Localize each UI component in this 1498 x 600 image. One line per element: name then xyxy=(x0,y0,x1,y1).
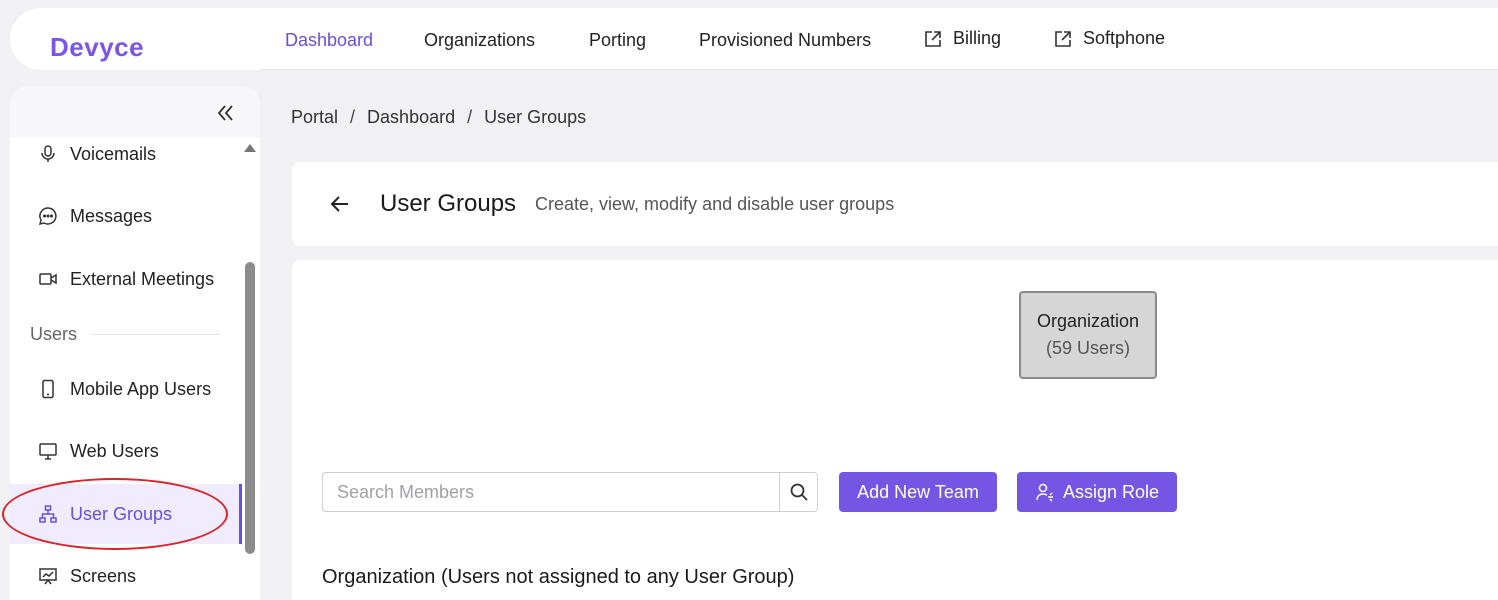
external-link-icon xyxy=(925,30,941,47)
sidebar-item-label: Screens xyxy=(70,565,137,586)
assign-role-button[interactable]: Assign Role xyxy=(1017,472,1177,512)
top-bar: Devyce Dashboard Organizations Porting P… xyxy=(0,0,1498,80)
sidebar-item-label: Mobile App Users xyxy=(70,378,212,399)
page-title: User Groups xyxy=(380,190,517,217)
hierarchy-icon xyxy=(39,505,57,523)
breadcrumb-separator: / xyxy=(467,107,473,127)
breadcrumb-portal[interactable]: Portal xyxy=(291,107,338,128)
sidebar-item-external-meetings[interactable]: External Meetings xyxy=(10,249,242,309)
top-nav: Dashboard Organizations Porting Provisio… xyxy=(260,8,1498,70)
logo[interactable]: Devyce xyxy=(50,32,144,63)
sidebar-section-users: Users xyxy=(30,324,220,345)
chat-bubble-icon xyxy=(38,207,57,226)
sidebar-item-label: Messages xyxy=(70,205,153,226)
search-input[interactable] xyxy=(323,473,779,511)
sidebar-item-voicemails[interactable]: Voicemails xyxy=(10,124,242,184)
nav-porting[interactable]: Porting xyxy=(589,30,646,51)
user-role-icon xyxy=(1036,483,1053,502)
search-icon xyxy=(790,483,808,501)
nav-organizations[interactable]: Organizations xyxy=(424,30,535,51)
double-chevron-left-icon[interactable] xyxy=(214,102,236,124)
section-title: Organization (Users not assigned to any … xyxy=(322,566,795,588)
page-header: User Groups Create, view, modify and dis… xyxy=(292,162,1498,246)
video-camera-icon xyxy=(39,273,57,285)
breadcrumb-separator: / xyxy=(350,107,356,127)
org-chart-node[interactable]: Organization (59 Users) xyxy=(1019,291,1157,379)
assign-role-label: Assign Role xyxy=(1062,481,1160,502)
sidebar-scrollbar-thumb[interactable] xyxy=(245,262,255,554)
org-node-count: (59 Users) xyxy=(1045,338,1130,358)
add-new-team-button[interactable]: Add New Team xyxy=(839,472,997,512)
user-groups-panel: Organization (59 Users) Add New Team Ass… xyxy=(292,260,1498,600)
sidebar: Voicemails Messages External Meetings Us… xyxy=(10,86,260,600)
presentation-icon xyxy=(39,568,57,585)
nav-billing[interactable]: Billing xyxy=(923,28,1001,49)
sidebar-item-label: Web Users xyxy=(70,440,159,461)
scroll-up-arrow[interactable] xyxy=(244,144,256,152)
org-node-title: Organization xyxy=(1036,311,1140,331)
sidebar-item-mobile-app-users[interactable]: Mobile App Users xyxy=(10,359,242,419)
mobile-phone-icon xyxy=(42,379,54,399)
page-subtitle: Create, view, modify and disable user gr… xyxy=(535,194,895,214)
breadcrumb-dashboard[interactable]: Dashboard xyxy=(367,107,455,128)
monitor-icon xyxy=(39,443,57,460)
nav-dashboard[interactable]: Dashboard xyxy=(285,30,373,51)
sidebar-item-screens[interactable]: Screens xyxy=(10,546,242,600)
sidebar-item-messages[interactable]: Messages xyxy=(10,186,242,246)
search-button[interactable] xyxy=(779,473,817,511)
external-link-icon xyxy=(1055,30,1071,47)
sidebar-item-web-users[interactable]: Web Users xyxy=(10,421,242,481)
breadcrumb: Portal / Dashboard / User Groups xyxy=(291,107,586,128)
sidebar-item-label: Voicemails xyxy=(70,143,157,164)
search-members xyxy=(322,472,818,512)
sidebar-section-label: Users xyxy=(30,324,78,344)
nav-softphone[interactable]: Softphone xyxy=(1053,28,1165,49)
arrow-left-icon[interactable] xyxy=(328,192,352,216)
nav-softphone-label: Softphone xyxy=(1083,28,1166,48)
breadcrumb-user-groups: User Groups xyxy=(484,107,587,127)
sidebar-item-user-groups[interactable]: User Groups xyxy=(10,484,242,544)
sidebar-section-divider xyxy=(91,334,220,335)
nav-billing-label: Billing xyxy=(953,28,1002,48)
sidebar-item-label: User Groups xyxy=(70,503,173,524)
sidebar-item-label: External Meetings xyxy=(70,268,215,289)
nav-provisioned-numbers[interactable]: Provisioned Numbers xyxy=(699,30,871,51)
microphone-icon xyxy=(41,145,55,162)
